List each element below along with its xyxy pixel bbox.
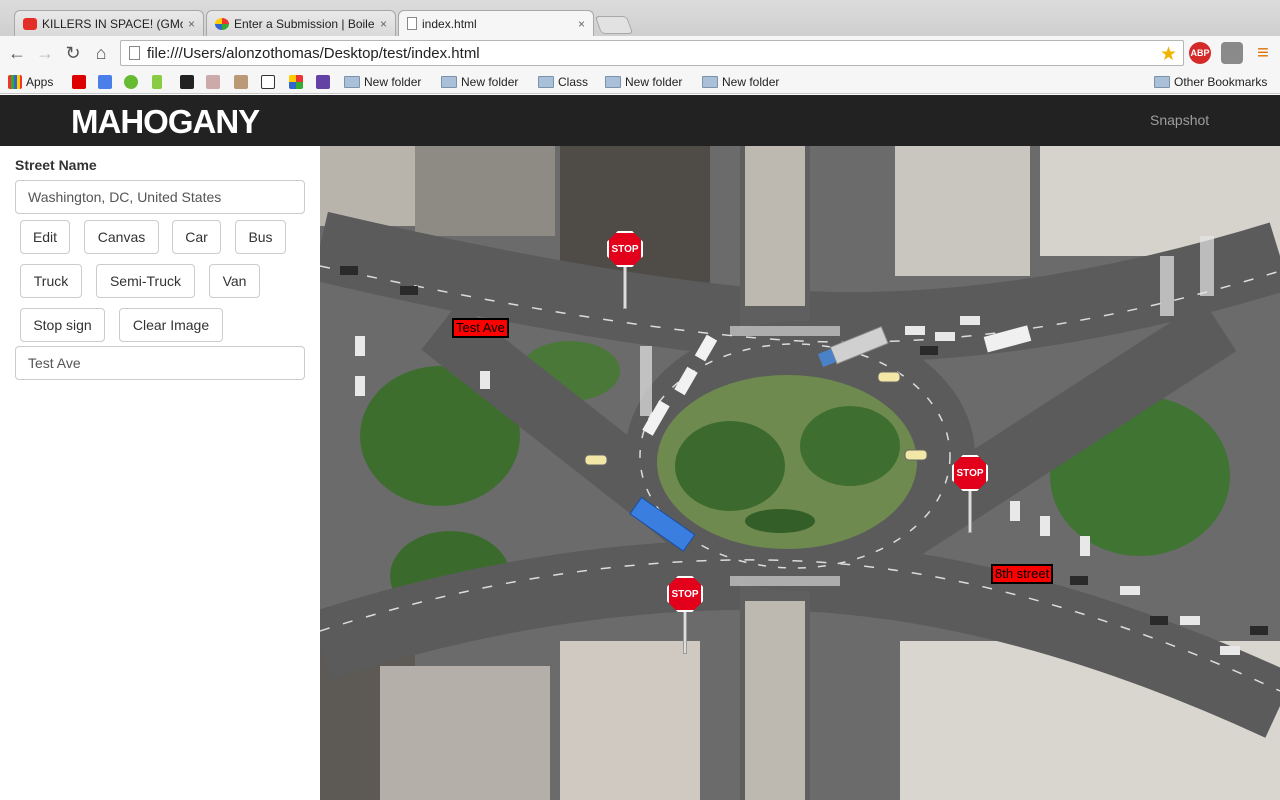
home-icon[interactable]: ⌂ [90,42,112,64]
feedly-icon[interactable] [124,75,138,89]
reload-icon[interactable]: ↻ [62,42,84,64]
brand-logo[interactable]: MAHOGANY [71,103,260,141]
stop-sign-pole [683,606,687,654]
stop-sign-marker[interactable]: STOP [606,231,646,311]
bookmark-folder-4[interactable]: New folder [702,74,779,90]
page-icon [407,17,417,30]
folder-icon [441,76,457,88]
apps-grid-icon [8,75,22,89]
folder-icon [344,76,360,88]
adblock-icon[interactable]: ABP [1189,42,1211,64]
address-bar[interactable]: file:///Users/alonzothomas/Desktop/test/… [120,40,1184,66]
stop-sign-icon: STOP [952,455,988,491]
street-label-8th-street[interactable]: 8th street [991,564,1054,584]
map-canvas[interactable]: Test Ave 8th street STOP STOP STOP [320,146,1280,800]
youtube-icon [23,17,37,30]
browser-tab-bar: KILLERS IN SPACE! (GMod: × Enter a Submi… [0,0,1280,36]
browser-tab-submission[interactable]: Enter a Submission | Boiler × [206,10,396,36]
evernote-icon[interactable] [1221,42,1243,64]
stop-sign-button[interactable]: Stop sign [20,308,105,342]
folder-icon [702,76,718,88]
close-icon[interactable]: × [380,17,387,31]
stop-sign-icon: STOP [607,231,643,267]
bookmark-label: New folder [722,75,780,89]
page-icon [129,46,140,60]
bookmark-other[interactable]: Other Bookmarks [1154,74,1267,90]
app-navbar: MAHOGANY Snapshot [0,95,1280,146]
tab-label: KILLERS IN SPACE! (GMod: [42,16,183,31]
grid-icon[interactable] [289,75,303,89]
folder-icon [1154,76,1170,88]
youtube-icon[interactable] [72,75,86,89]
bookmark-label: New folder [625,75,683,89]
bookmark-folder-class[interactable]: Class [538,74,588,90]
bookmark-folder-3[interactable]: New folder [605,74,682,90]
street-name-label: Street Name [15,157,97,173]
new-tab-button[interactable] [594,16,634,34]
street-label-test-ave[interactable]: Test Ave [452,318,509,338]
snapshot-link[interactable]: Snapshot [1150,112,1209,128]
trophy-icon[interactable] [206,75,220,89]
truck-button[interactable]: Truck [20,264,82,298]
folder-icon [605,76,621,88]
stop-sign-icon: STOP [667,576,703,612]
browser-tab-youtube[interactable]: KILLERS IN SPACE! (GMod: × [14,10,204,36]
bookmark-label: Class [558,75,589,89]
google-icon[interactable] [98,75,112,89]
bookmark-folder-1[interactable]: New folder [344,74,421,90]
bookmark-label: Apps [26,75,54,89]
canvas-button[interactable]: Canvas [84,220,159,254]
twitch-icon[interactable] [316,75,330,89]
street-name-input[interactable] [15,180,305,214]
stop-sign-marker[interactable]: STOP [951,455,991,535]
close-icon[interactable]: × [578,17,585,31]
tab-label: index.html [422,16,477,31]
bookmark-folder-2[interactable]: New folder [441,74,518,90]
url-text: file:///Users/alonzothomas/Desktop/test/… [147,44,480,62]
folder-icon [538,76,554,88]
edit-button[interactable]: Edit [20,220,70,254]
back-icon[interactable]: ← [6,42,28,64]
forward-icon[interactable]: → [34,42,56,64]
tab-label: Enter a Submission | Boiler [234,16,375,31]
bookmarks-bar: Apps New folder New folder Class New fol… [0,70,1280,94]
browser-tab-index[interactable]: index.html × [398,10,594,36]
stop-sign-pole [968,485,972,533]
library-icon[interactable] [234,75,248,89]
bookmark-label: New folder [461,75,519,89]
menu-icon[interactable]: ≡ [1252,42,1274,64]
satellite-map [320,146,1280,800]
street-label-input[interactable] [15,346,305,380]
close-icon[interactable]: × [188,17,195,31]
bus-button[interactable]: Bus [235,220,286,254]
bookmark-label: Other Bookmarks [1174,75,1268,89]
android-icon[interactable] [152,75,162,89]
stop-sign-pole [623,261,627,309]
instapaper-icon[interactable] [261,75,275,89]
browser-toolbar: ← → ↻ ⌂ file:///Users/alonzothomas/Deskt… [0,36,1280,70]
car-button[interactable]: Car [172,220,221,254]
bookmark-apps[interactable]: Apps [8,74,53,90]
sidebar-panel: Street Name Edit Canvas Car Bus Truck Se… [0,146,320,800]
semi-truck-button[interactable]: Semi-Truck [96,264,195,298]
clear-image-button[interactable]: Clear Image [119,308,223,342]
van-button[interactable]: Van [209,264,260,298]
star-icon[interactable]: ★ [1160,43,1177,66]
bookmark-label: New folder [364,75,422,89]
stop-sign-marker[interactable]: STOP [666,576,706,656]
pinwheel-icon [215,17,229,30]
digg-icon[interactable] [180,75,194,89]
